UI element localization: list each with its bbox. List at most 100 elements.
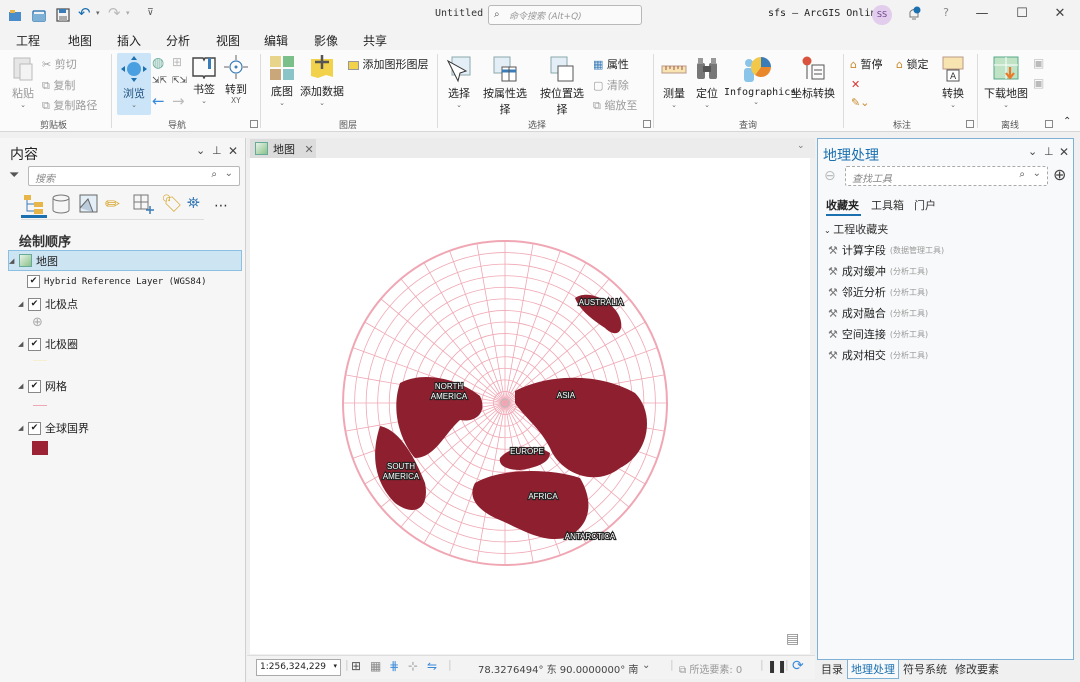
chevron-down-icon[interactable]: ⌄ [1033, 168, 1041, 179]
add-toolbox-icon[interactable]: ⊕ [1053, 165, 1066, 184]
tool-item[interactable]: ⚒ 计算字段 (数据管理工具) [828, 242, 944, 258]
redo-icon[interactable]: ↷ [108, 4, 124, 22]
layer-checkbox[interactable]: ✔ [28, 337, 41, 351]
fixed-scale-icon[interactable]: ⊞ [351, 659, 361, 673]
convert-coordinates-button[interactable]: 坐标转换 [791, 55, 835, 101]
tab-modify-features[interactable]: 修改要素 [952, 660, 1002, 678]
layer-item-map[interactable]: ◢ 地图 [8, 250, 242, 271]
tab-edit[interactable]: 编辑 [264, 32, 288, 49]
add-graphics-layer-button[interactable]: 添加图形图层 [348, 56, 429, 72]
tab-view[interactable]: 视图 [216, 32, 240, 49]
point-symbol-icon[interactable]: ⊕ [32, 315, 43, 330]
user-avatar[interactable]: SS [872, 5, 892, 25]
refresh-icon[interactable]: ⟳ [792, 658, 804, 674]
list-by-editing-icon[interactable]: ✏ [105, 194, 120, 215]
full-extent-icon[interactable]: ◍ [152, 55, 164, 71]
tab-project[interactable]: 工程 [16, 32, 40, 49]
filter-icon[interactable]: ⏷ [9, 168, 19, 183]
layer-item-world-boundaries[interactable]: ◢ ✔ 全球国界 [18, 420, 89, 436]
tool-item[interactable]: ⚒ 空间连接 (分析工具) [828, 326, 928, 342]
lock-labeling-button[interactable]: ⌂ 锁定 [896, 56, 928, 72]
copy-path-button[interactable]: ⧉ 复制路径 [42, 97, 97, 113]
tab-analysis[interactable]: 分析 [166, 32, 190, 49]
list-by-drawing-order-icon[interactable] [23, 194, 45, 217]
tool-item[interactable]: ⚒ 成对相交 (分析工具) [828, 347, 928, 363]
next-extent-icon[interactable]: → [172, 92, 185, 110]
tab-map[interactable]: 地图 [68, 32, 93, 53]
minimize-icon[interactable]: — [972, 6, 992, 21]
layer-item-graticule[interactable]: ◢ ✔ 网格 [18, 378, 67, 394]
layer-checkbox[interactable]: ✔ [28, 421, 41, 435]
tabs-overflow-icon[interactable]: ⌄ [797, 141, 805, 151]
expand-icon[interactable]: ◢ [9, 257, 19, 265]
notification-icon[interactable] [904, 6, 924, 26]
contents-search-input[interactable]: 搜索 ⌕ ⌄ [28, 166, 240, 186]
map-view[interactable]: AUSTRALIA NORTH AMERICA ASIA EUROPE SOUTH AMER… [250, 158, 810, 654]
undo-icon[interactable]: ↶ [78, 4, 94, 22]
navigate-launcher-icon[interactable] [250, 120, 258, 128]
list-by-source-icon[interactable] [51, 194, 71, 217]
snapping-icon[interactable]: ⋕ [389, 659, 399, 673]
save-icon[interactable] [55, 7, 71, 23]
select-button[interactable]: 选择 ⌄ [444, 55, 474, 109]
selection-launcher-icon[interactable] [643, 120, 651, 128]
tab-map-view[interactable]: 地图 ✕ [250, 139, 316, 158]
infographics-button[interactable]: Infographics ⌄ [724, 55, 796, 106]
project-favorites-group[interactable]: ⌄ 工程收藏夹 [824, 221, 888, 237]
measure-button[interactable]: 测量 ⌄ [659, 55, 689, 109]
tab-toolboxes[interactable]: 工具箱 [871, 197, 904, 213]
paste-button[interactable]: 粘贴 ⌄ [8, 55, 38, 109]
back-icon[interactable]: ⊖ [824, 168, 836, 184]
tool-item[interactable]: ⚒ 成对缓冲 (分析工具) [828, 263, 928, 279]
tab-geoprocessing[interactable]: 地理处理 [847, 660, 899, 679]
pane-options-icon[interactable]: ⌄ [1028, 145, 1037, 158]
command-search-input[interactable]: ⌕ 命令搜索 (Alt+Q) [488, 5, 642, 25]
layer-checkbox[interactable]: ✔ [28, 297, 41, 311]
find-tools-input[interactable]: 查找工具 ⌕ ⌄ [845, 166, 1048, 186]
tab-imagery[interactable]: 影像 [314, 32, 338, 49]
bookmarks-button[interactable]: 书签 ⌄ [190, 55, 218, 105]
maximize-icon[interactable]: ☐ [1012, 6, 1032, 21]
download-map-button[interactable]: 下载地图 ⌄ [983, 55, 1029, 109]
explore-button[interactable]: 浏览 ⌄ [117, 53, 151, 115]
expand-icon[interactable]: ◢ [18, 424, 28, 432]
goto-xy-button[interactable]: 转到 XY [222, 55, 250, 105]
layer-item-hybrid-reference[interactable]: ✔ Hybrid Reference Layer (WGS84) [27, 275, 207, 288]
constraints-icon[interactable]: ⊹ [408, 659, 418, 673]
collapse-ribbon-icon[interactable]: ⌃ [1063, 116, 1071, 127]
select-by-attributes-button[interactable]: 按属性选择 [478, 55, 532, 117]
customize-toolbar-icon[interactable]: ⊽ [147, 8, 154, 18]
tab-symbology[interactable]: 符号系统 [900, 660, 950, 678]
offline-launcher-icon[interactable] [1045, 120, 1053, 128]
remove-offline-icon[interactable]: ▣ [1033, 76, 1044, 90]
cut-button[interactable]: ✂ 剪切 [42, 56, 77, 72]
zoom-to-selection-button[interactable]: ⧉ 缩放至 [593, 97, 637, 113]
add-data-button[interactable]: 添加数据 ⌄ [300, 55, 344, 107]
pause-labeling-button[interactable]: ⌂ 暂停 [850, 56, 882, 72]
list-by-perspective-imagery-icon[interactable]: ⛯ [187, 193, 200, 213]
map-canvas[interactable]: AUSTRALIANORTHAMERICA ASIAEUROPESOUTHAMER… [250, 158, 810, 654]
line-symbol-icon[interactable] [33, 405, 47, 406]
tab-portal[interactable]: 门户 [914, 197, 936, 213]
more-options-icon[interactable]: ⋯ [214, 198, 228, 214]
coordinate-format-dropdown-icon[interactable]: ⌄ [642, 660, 650, 671]
selected-features-count[interactable]: ⧉ 所选要素: 0 [679, 661, 742, 676]
expand-icon[interactable]: ◢ [18, 340, 28, 348]
redo-dropdown-icon[interactable]: ▾ [126, 9, 130, 17]
basemap-button[interactable]: 底图 ⌄ [266, 55, 298, 107]
copy-button[interactable]: ⧉ 复制 [42, 77, 75, 93]
layer-item-arctic-circle[interactable]: ◢ ✔ 北极圈 [18, 336, 78, 352]
line-symbol-icon[interactable] [33, 360, 47, 361]
select-by-location-button[interactable]: 按位置选择 [535, 55, 589, 117]
correction-icon[interactable]: ⇋ [427, 659, 437, 673]
undo-dropdown-icon[interactable]: ▾ [96, 9, 100, 17]
tab-catalog[interactable]: 目录 [818, 660, 846, 678]
locate-button[interactable]: 定位 ⌄ [692, 55, 722, 109]
scale-selector[interactable]: 1:256,324,229 ▾ [256, 659, 341, 676]
sync-icon[interactable]: ▣ [1033, 56, 1044, 70]
new-project-icon[interactable] [7, 7, 23, 23]
layer-item-north-pole[interactable]: ◢ ✔ 北极点 [18, 296, 78, 312]
pin-icon[interactable]: ⊥ [212, 144, 222, 157]
remove-labels-icon[interactable]: ✕ [851, 78, 860, 91]
close-icon[interactable]: ✕ [1050, 6, 1070, 21]
